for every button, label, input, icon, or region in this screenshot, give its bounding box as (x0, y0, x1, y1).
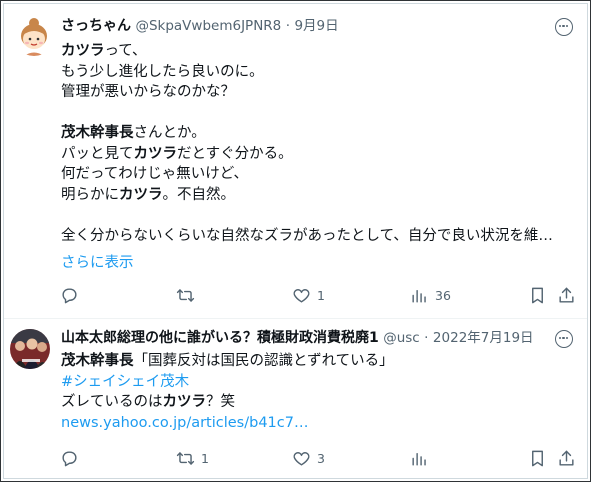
separator: · (424, 330, 429, 346)
tweet-text-line: #シェイシェイ茂木 (61, 372, 394, 393)
retweet-button[interactable]: 1 (176, 447, 209, 469)
tweet-text-bold: カツラ (133, 145, 178, 162)
tweet-text: 茂木幹事長「国葬反対は国民の認識とずれている」 #シェイシェイ茂木 ズレているのはカ… (61, 351, 394, 433)
tweet-text-segment: もう少し進化したら良いのに。 (61, 63, 264, 80)
bookmark-button[interactable] (528, 284, 547, 306)
tweet-actions: 1 3 (60, 447, 575, 469)
tweet-text-segment: ？笑 (206, 394, 235, 410)
retweet-count: 1 (201, 450, 209, 466)
tweet-text-line: news.yahoo.co.jp/articles/b41c7… (61, 413, 394, 434)
tweet-text-bold: カツラ (61, 43, 105, 59)
tweet-text-line (61, 205, 553, 226)
reply-button[interactable] (60, 284, 79, 306)
tweet-text-segment: 。不自然。 (162, 186, 236, 203)
timeline-window: さっちゃん @SkpaVwbem6JPNR8 · 9月9日 カツラって、 もう少し… (0, 0, 591, 482)
tweet-text-segment: 何だってわけじゃ無いけど、 (61, 166, 249, 182)
bookmark-icon (532, 287, 543, 303)
tweet-text-line: ズレているのはカツラ？笑 (61, 392, 394, 413)
like-button[interactable]: 3 (292, 447, 325, 469)
tweet-text: カツラって、 もう少し進化したら良いのに。 管理が悪いからなのかな？ 茂木幹事長さんと… (61, 41, 553, 246)
reply-button[interactable] (60, 447, 79, 469)
tweet-text-bold: カツラ (119, 186, 163, 203)
tweet-text-segment: 管理が悪いからなのかな？ (61, 84, 235, 100)
timestamp[interactable]: 9月9日 (294, 18, 338, 34)
like-button[interactable]: 1 (292, 284, 325, 306)
tweet-text-segment: 明らかに (61, 186, 119, 203)
views-count: 36 (435, 287, 451, 303)
like-icon (293, 451, 310, 466)
views-button[interactable]: 36 (410, 284, 451, 306)
tweet-text-line: 全く分からないくらいな自然なズラがあったとして、自分で良い状況を維… (61, 226, 553, 247)
tweet-text-bold: 茂木幹事長 (61, 353, 134, 369)
tweet-text-segment: さんとか。 (133, 125, 206, 141)
tweet-header: 山本太郎総理の他に誰がいる？積極財政消費税廃1 @usc · 2022年7月19… (61, 329, 534, 348)
tweet-text-segment: だとすぐ分かる。 (177, 145, 293, 162)
share-icon (559, 287, 574, 303)
more-icon[interactable] (555, 18, 573, 36)
tweet-header: さっちゃん @SkpaVwbem6JPNR8 · 9月9日 (61, 17, 339, 36)
tweet-text-line: 管理が悪いからなのかな？ (61, 82, 553, 103)
like-icon (293, 288, 310, 303)
tweet-text-line: 茂木幹事長「国葬反対は国民の認識とずれている」 (61, 351, 394, 372)
display-name[interactable]: さっちゃん (61, 18, 131, 34)
tweet-text-bold: カツラ (162, 394, 207, 410)
share-icon (559, 450, 574, 466)
tweet[interactable]: 山本太郎総理の他に誰がいる？積極財政消費税廃1 @usc · 2022年7月19… (4, 318, 587, 481)
tweet-actions: 1 36 (60, 284, 575, 306)
separator: · (285, 18, 291, 34)
tweet-text-bold: 茂木幹事長 (61, 125, 134, 141)
tweet-text-line: 茂木幹事長さんとか。 (61, 123, 553, 144)
bookmark-button[interactable] (528, 447, 547, 469)
tweet-link[interactable]: news.yahoo.co.jp/articles/b41c7… (61, 415, 308, 431)
tweet-text-line: もう少し進化したら良いのに。 (61, 62, 553, 83)
show-more-link[interactable]: さらに表示 (61, 253, 134, 274)
tweet-text-segment: ズレているのは (61, 394, 163, 410)
tweet-text-segment: 全く分からないくらいな自然なズラがあったとして、自分で良い状況を維… (61, 227, 553, 244)
share-button[interactable] (557, 284, 576, 306)
retweet-button[interactable] (176, 284, 195, 306)
handle[interactable]: @usc (383, 330, 420, 346)
tweet-text-line: パッと見てカツラだとすぐ分かる。 (61, 144, 553, 165)
views-icon (412, 452, 426, 466)
like-count: 3 (317, 450, 325, 466)
handle[interactable]: @SkpaVwbem6JPNR8 (135, 18, 281, 34)
tweet[interactable]: さっちゃん @SkpaVwbem6JPNR8 · 9月9日 カツラって、 もう少し… (4, 4, 587, 310)
more-icon[interactable] (555, 330, 573, 348)
display-name[interactable]: 山本太郎総理の他に誰がいる？積極財政消費税廃 (61, 330, 369, 346)
retweet-icon (176, 451, 195, 465)
retweet-icon (176, 288, 195, 302)
reply-icon (62, 450, 77, 466)
share-button[interactable] (557, 447, 576, 469)
bookmark-icon (532, 450, 543, 466)
timestamp[interactable]: 2022年7月19日 (433, 330, 534, 346)
name-badge: 1 (369, 330, 379, 346)
avatar[interactable] (10, 329, 50, 369)
tweet-text-line (61, 103, 553, 124)
avatar[interactable] (14, 16, 54, 56)
timeline: さっちゃん @SkpaVwbem6JPNR8 · 9月9日 カツラって、 もう少し… (3, 3, 588, 479)
tweet-text-line: 明らかにカツラ。不自然。 (61, 185, 553, 206)
views-button[interactable] (410, 447, 429, 469)
reply-icon (62, 287, 77, 303)
views-icon (412, 289, 426, 303)
tweet-text-line: 何だってわけじゃ無いけど、 (61, 164, 553, 185)
tweet-text-line: カツラって、 (61, 41, 553, 62)
tweet-text-segment: パッと見て (61, 145, 134, 162)
tweet-text-segment: って、 (104, 43, 147, 59)
like-count: 1 (317, 287, 325, 303)
tweet-text-segment: 「国葬反対は国民の認識とずれている」 (133, 353, 394, 369)
tweet-link[interactable]: #シェイシェイ茂木 (61, 374, 189, 390)
